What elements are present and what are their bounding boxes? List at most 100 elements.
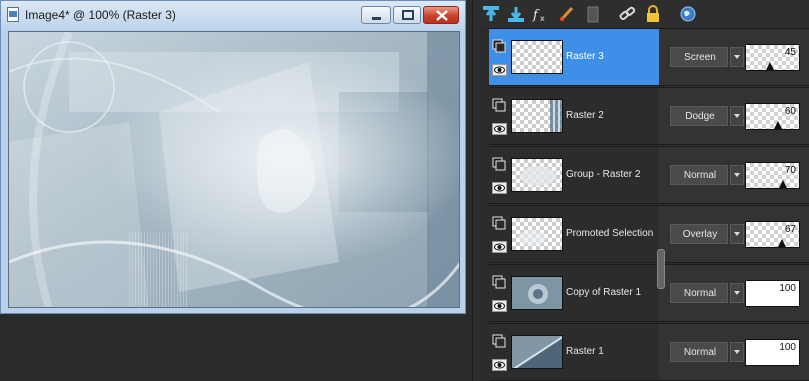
minimize-button[interactable] bbox=[361, 6, 391, 24]
layers-panel: f x Raster 3 Screen 45 Raster 2 Dodge 60… bbox=[472, 0, 809, 381]
layer-thumbnail[interactable] bbox=[511, 40, 563, 74]
opacity-slider[interactable]: 60 bbox=[745, 103, 800, 130]
layer-tree-column bbox=[480, 264, 489, 322]
layer-controls: Normal 100 bbox=[659, 264, 809, 322]
layer-type-icon[interactable] bbox=[492, 334, 506, 348]
blend-mode-value: Normal bbox=[683, 288, 717, 299]
opacity-slider[interactable]: 67 bbox=[745, 221, 800, 248]
layer-thumbnail[interactable] bbox=[511, 276, 563, 310]
layer-tree-column bbox=[480, 28, 489, 86]
visibility-eye-icon[interactable] bbox=[492, 300, 507, 312]
layer-thumbnail[interactable] bbox=[511, 217, 563, 251]
chevron-down-icon bbox=[734, 55, 740, 59]
close-button[interactable] bbox=[423, 6, 459, 24]
opacity-marker-icon[interactable] bbox=[779, 180, 787, 188]
blend-mode-dropdown-button[interactable] bbox=[730, 106, 744, 126]
blend-mode-dropdown-button[interactable] bbox=[730, 283, 744, 303]
layer-row[interactable]: Promoted Selection Overlay 67 bbox=[480, 205, 809, 263]
blend-mode-value: Overlay bbox=[682, 229, 718, 240]
opacity-marker-icon[interactable] bbox=[778, 239, 786, 247]
opacity-value: 100 bbox=[779, 342, 796, 353]
layer-controls: Normal 70 bbox=[659, 146, 809, 204]
link-layer-icon[interactable] bbox=[617, 4, 637, 24]
brush-edit-icon[interactable] bbox=[557, 4, 577, 24]
new-raster-layer-icon[interactable] bbox=[481, 4, 501, 24]
layer-list: Raster 3 Screen 45 Raster 2 Dodge 60 Gro… bbox=[480, 28, 809, 381]
maximize-icon bbox=[402, 10, 414, 20]
blend-mode-select[interactable]: Normal bbox=[670, 165, 728, 185]
layer-controls: Overlay 67 bbox=[659, 205, 809, 263]
layer-type-icon[interactable] bbox=[492, 39, 506, 53]
layer-row[interactable]: Raster 2 Dodge 60 bbox=[480, 87, 809, 145]
visibility-eye-icon[interactable] bbox=[492, 182, 507, 194]
opacity-marker-icon[interactable] bbox=[774, 121, 782, 129]
layer-name: Group - Raster 2 bbox=[566, 169, 641, 180]
blend-mode-value: Normal bbox=[683, 170, 717, 181]
layer-controls: Screen 45 bbox=[659, 28, 809, 86]
blend-mode-select[interactable]: Normal bbox=[670, 342, 728, 362]
layer-tree-column bbox=[480, 323, 489, 381]
canvas-artwork bbox=[9, 32, 459, 307]
layer-entry[interactable]: Raster 2 bbox=[489, 87, 659, 145]
blend-mode-value: Screen bbox=[684, 52, 716, 63]
blend-mode-select[interactable]: Screen bbox=[670, 47, 728, 67]
layer-type-icon[interactable] bbox=[492, 275, 506, 289]
visibility-eye-icon[interactable] bbox=[492, 241, 507, 253]
blend-mode-dropdown-button[interactable] bbox=[730, 47, 744, 67]
visibility-eye-icon[interactable] bbox=[492, 359, 507, 371]
opacity-value: 60 bbox=[784, 106, 796, 117]
visibility-eye-icon[interactable] bbox=[492, 123, 507, 135]
blend-mode-value: Normal bbox=[683, 347, 717, 358]
layer-type-icon[interactable] bbox=[492, 216, 506, 230]
layer-entry[interactable]: Copy of Raster 1 bbox=[489, 264, 659, 322]
layer-tree-column bbox=[480, 205, 489, 263]
panel-splitter-handle[interactable] bbox=[657, 249, 665, 289]
layer-entry[interactable]: Promoted Selection bbox=[489, 205, 659, 263]
close-icon bbox=[436, 10, 448, 21]
opacity-slider[interactable]: 100 bbox=[745, 339, 800, 366]
new-vector-layer-icon[interactable] bbox=[506, 4, 526, 24]
blend-mode-value: Dodge bbox=[685, 111, 715, 122]
blend-mode-select[interactable]: Overlay bbox=[670, 224, 728, 244]
image-canvas[interactable] bbox=[8, 31, 460, 308]
layer-thumbnail[interactable] bbox=[511, 99, 563, 133]
opacity-marker-icon[interactable] bbox=[766, 62, 774, 70]
chevron-down-icon bbox=[734, 232, 740, 236]
layer-entry[interactable]: Raster 3 bbox=[489, 28, 659, 86]
opacity-value: 70 bbox=[784, 165, 796, 176]
layer-entry[interactable]: Raster 1 bbox=[489, 323, 659, 381]
visibility-eye-icon[interactable] bbox=[492, 64, 507, 76]
layer-entry[interactable]: Group - Raster 2 bbox=[489, 146, 659, 204]
layer-thumbnail[interactable] bbox=[511, 158, 563, 192]
maximize-button[interactable] bbox=[393, 6, 421, 24]
layer-name: Raster 2 bbox=[566, 110, 604, 121]
blend-mode-select[interactable]: Dodge bbox=[670, 106, 728, 126]
layer-row[interactable]: Group - Raster 2 Normal 70 bbox=[480, 146, 809, 204]
chevron-down-icon bbox=[734, 291, 740, 295]
layer-row[interactable]: Raster 3 Screen 45 bbox=[480, 28, 809, 86]
lock-transparency-icon[interactable] bbox=[643, 4, 663, 24]
layer-type-icon[interactable] bbox=[492, 157, 506, 171]
blend-mode-select[interactable]: Normal bbox=[670, 283, 728, 303]
layer-row[interactable]: Copy of Raster 1 Normal 100 bbox=[480, 264, 809, 322]
layer-row[interactable]: Raster 1 Normal 100 bbox=[480, 323, 809, 381]
globe-icon[interactable] bbox=[678, 4, 698, 24]
layer-controls: Dodge 60 bbox=[659, 87, 809, 145]
blend-mode-dropdown-button[interactable] bbox=[730, 224, 744, 244]
window-titlebar[interactable]: Image4* @ 100% (Raster 3) bbox=[1, 1, 465, 29]
delete-layer-icon[interactable] bbox=[583, 4, 603, 24]
layer-tree-column bbox=[480, 146, 489, 204]
layer-name: Copy of Raster 1 bbox=[566, 287, 642, 298]
window-title: Image4* @ 100% (Raster 3) bbox=[25, 8, 176, 22]
opacity-slider[interactable]: 100 bbox=[745, 280, 800, 307]
blend-mode-dropdown-button[interactable] bbox=[730, 165, 744, 185]
chevron-down-icon bbox=[734, 173, 740, 177]
layer-type-icon[interactable] bbox=[492, 98, 506, 112]
opacity-slider[interactable]: 70 bbox=[745, 162, 800, 189]
fx-effects-icon[interactable]: f x bbox=[531, 4, 551, 24]
blend-mode-dropdown-button[interactable] bbox=[730, 342, 744, 362]
layer-name: Raster 1 bbox=[566, 346, 604, 357]
chevron-down-icon bbox=[734, 114, 740, 118]
layer-thumbnail[interactable] bbox=[511, 335, 563, 369]
opacity-slider[interactable]: 45 bbox=[745, 44, 800, 71]
